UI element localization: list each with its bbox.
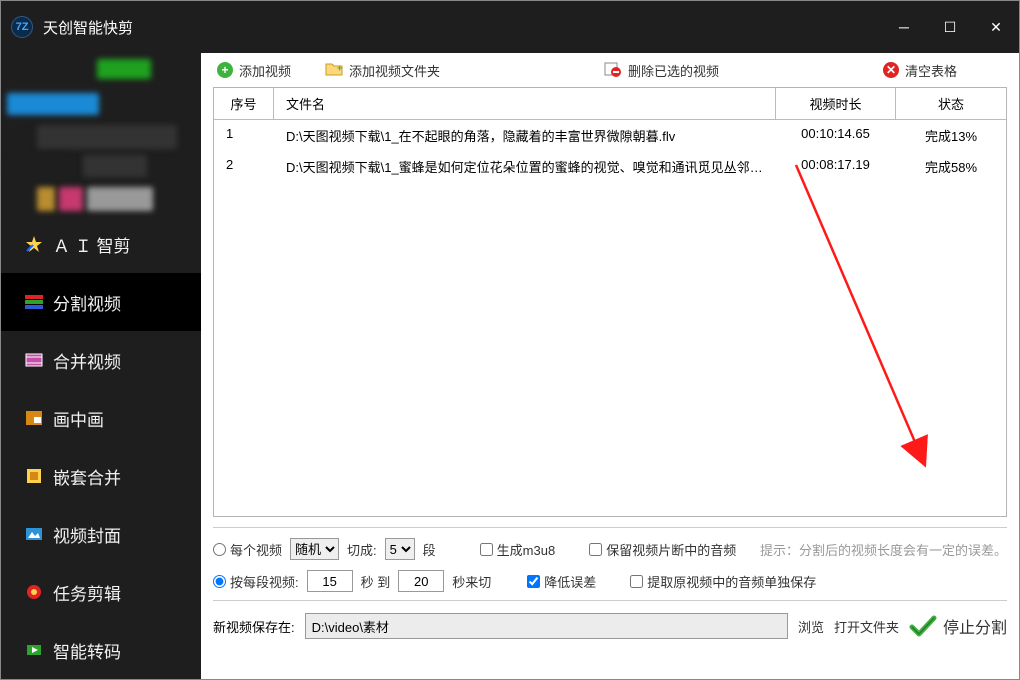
maximize-button[interactable]: ☐ [927,1,973,53]
sidebar-ad-area [1,53,201,205]
radio-label: 按每段视频: [230,572,299,591]
delete-selected-button[interactable]: 删除已选的视频 [600,59,723,82]
low-err-checkbox[interactable]: 降低误差 [527,572,596,591]
sidebar-nav: Ａ Ｉ 智剪 分割视频 合并视频 画中画 嵌套合并 [1,215,201,679]
sidebar: Ａ Ｉ 智剪 分割视频 合并视频 画中画 嵌套合并 [1,53,201,679]
nav-label: 嵌套合并 [53,464,121,489]
merge-film-icon [25,351,43,369]
open-folder-button[interactable]: 打开文件夹 [834,617,899,636]
hint-text: 提示：分割后的视频长度会有一定的误差。 [760,540,1007,559]
table-header: 序号 文件名 视频时长 状态 [214,88,1006,120]
cell-status: 完成58% [896,151,1006,182]
svg-text:+: + [337,63,342,73]
nav-label: 智能转码 [53,638,121,663]
sidebar-item-merge[interactable]: 合并视频 [1,331,201,389]
toolbar: + 添加视频 + 添加视频文件夹 删除已选的视频 ✕ 清空表格 [201,53,1019,87]
btn-label: 清空表格 [905,61,957,80]
app-logo: 7Z [11,16,33,38]
cell-status: 完成13% [896,120,1006,151]
cut-into-label: 切成: [347,540,377,559]
file-table: 序号 文件名 视频时长 状态 1 D:\天图视频下载\1_在不起眼的角落，隐藏着… [213,87,1007,517]
btn-label: 删除已选的视频 [628,61,719,80]
cell-file: D:\天图视频下载\1_蜜蜂是如何定位花朵位置的蜜蜂的视觉、嗅觉和通讯觅见丛邻T… [274,151,776,182]
sidebar-item-nest[interactable]: 嵌套合并 [1,447,201,505]
nest-icon [25,467,43,485]
col-idx[interactable]: 序号 [214,88,274,119]
cell-idx: 1 [214,120,274,151]
gen-m3u8-checkbox[interactable]: 生成m3u8 [480,540,556,559]
sidebar-item-split[interactable]: 分割视频 [1,273,201,331]
segments-unit: 段 [423,540,436,559]
sidebar-item-ai[interactable]: Ａ Ｉ 智剪 [1,215,201,273]
segments-select[interactable]: 5 [385,538,415,560]
col-file[interactable]: 文件名 [274,88,776,119]
stop-split-button[interactable]: 停止分割 [909,614,1007,638]
clear-x-icon: ✕ [883,62,899,78]
cell-file: D:\天图视频下载\1_在不起眼的角落，隐藏着的丰富世界微隙朝暮.flv [274,120,776,151]
close-button[interactable]: ✕ [973,1,1019,53]
folder-plus-icon: + [325,61,343,80]
sec-to-label: 秒 到 [361,572,391,591]
col-duration[interactable]: 视频时长 [776,88,896,119]
sidebar-item-pip[interactable]: 画中画 [1,389,201,447]
cover-icon [25,525,43,543]
cell-duration: 00:08:17.19 [776,151,896,182]
pip-icon [25,409,43,427]
btn-label: 添加视频文件夹 [349,61,440,80]
browse-button[interactable]: 浏览 [798,617,824,636]
sec-cut-label: 秒来切 [452,572,491,591]
table-row[interactable]: 1 D:\天图视频下载\1_在不起眼的角落，隐藏着的丰富世界微隙朝暮.flv 0… [214,120,1006,151]
checkbox-label: 降低误差 [544,572,596,591]
seg-end-input[interactable] [398,570,444,592]
plus-circle-icon: + [217,62,233,78]
sidebar-item-task[interactable]: 任务剪辑 [1,563,201,621]
nav-label: 合并视频 [53,348,121,373]
checkmark-icon [909,615,937,637]
radio-label: 每个视频 [230,540,282,559]
sidebar-item-cover[interactable]: 视频封面 [1,505,201,563]
split-options: 每个视频 随机 切成: 5 段 生成m3u8 保留视频片断中的音频 [213,527,1007,592]
checkbox-label: 提取原视频中的音频单独保存 [647,572,816,591]
checkbox-label: 保留视频片断中的音频 [606,540,736,559]
add-folder-button[interactable]: + 添加视频文件夹 [321,59,444,82]
nav-label: 画中画 [53,406,104,431]
per-segment-radio[interactable]: 按每段视频: [213,572,299,591]
btn-label: 停止分割 [943,614,1007,638]
task-icon [25,583,43,601]
col-status[interactable]: 状态 [896,88,1006,119]
seg-start-input[interactable] [307,570,353,592]
clear-table-button[interactable]: ✕ 清空表格 [879,59,961,82]
nav-label: 分割视频 [53,290,121,315]
save-path-input[interactable] [305,613,788,639]
sidebar-item-transcode[interactable]: 智能转码 [1,621,201,679]
nav-label: 任务剪辑 [53,580,121,605]
keep-audio-checkbox[interactable]: 保留视频片断中的音频 [589,540,736,559]
main-panel: + 添加视频 + 添加视频文件夹 删除已选的视频 ✕ 清空表格 [201,53,1019,679]
delete-icon [604,61,622,80]
extract-audio-checkbox[interactable]: 提取原视频中的音频单独保存 [630,572,816,591]
btn-label: 添加视频 [239,61,291,80]
cell-duration: 00:10:14.65 [776,120,896,151]
save-bar: 新视频保存在: 浏览 打开文件夹 停止分割 [213,600,1007,651]
titlebar: 7Z 天创智能快剪 ─ ☐ ✕ [1,1,1019,53]
per-video-radio[interactable]: 每个视频 [213,540,282,559]
cell-idx: 2 [214,151,274,182]
nav-label: 视频封面 [53,522,121,547]
transcode-icon [25,641,43,659]
checkbox-label: 生成m3u8 [497,540,556,559]
split-bars-icon [25,293,43,311]
mode-select[interactable]: 随机 [290,538,339,560]
save-label: 新视频保存在: [213,617,295,636]
minimize-button[interactable]: ─ [881,1,927,53]
table-row[interactable]: 2 D:\天图视频下载\1_蜜蜂是如何定位花朵位置的蜜蜂的视觉、嗅觉和通讯觅见丛… [214,151,1006,182]
ai-wand-icon [25,235,43,253]
add-video-button[interactable]: + 添加视频 [213,59,295,82]
nav-label: Ａ Ｉ 智剪 [53,232,130,257]
app-title: 天创智能快剪 [43,17,133,38]
